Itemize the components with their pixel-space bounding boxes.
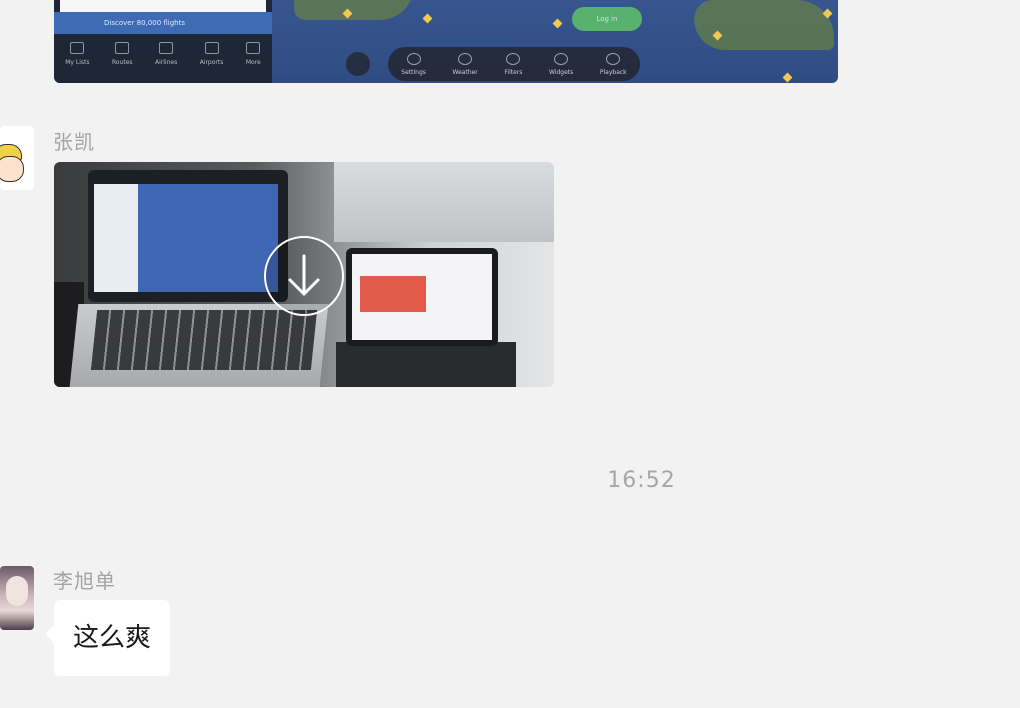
video-frame-case: [336, 342, 516, 387]
more-icon: [246, 42, 261, 54]
sender-name: 张凯: [53, 130, 95, 154]
plane-icon: [552, 18, 563, 29]
video-frame-tablet: [346, 248, 498, 346]
map-landmass: [694, 0, 834, 50]
panel-card: [60, 0, 266, 12]
laptop-sidebar: [94, 184, 138, 292]
login-pill: Log in: [572, 7, 642, 31]
playback-icon: [606, 52, 621, 65]
airport-icon: [204, 42, 219, 54]
download-arrow-icon: [288, 254, 320, 296]
cartoon-face: [0, 156, 24, 182]
toolbar-item: Widgets: [549, 52, 573, 76]
toolbar-item: Playback: [600, 52, 627, 76]
plane-icon: [422, 13, 433, 24]
sender-name: 李旭单: [53, 569, 116, 593]
map-side-panel: Discover 80,000 flights My Lists Routes …: [54, 0, 272, 83]
video-frame-keys: [90, 310, 318, 370]
toolbar-item: Settings: [401, 52, 426, 76]
video-frame-shelf: [334, 162, 554, 242]
locate-icon: [346, 52, 370, 76]
timestamp: 16:52: [0, 468, 1020, 493]
avatar[interactable]: [0, 126, 34, 190]
panel-bar: Discover 80,000 flights: [54, 12, 272, 34]
toolbar-item: Weather: [453, 52, 478, 76]
avatar[interactable]: [0, 566, 34, 630]
filter-icon: [506, 52, 521, 65]
airline-icon: [159, 42, 174, 54]
widgets-icon: [554, 52, 569, 65]
panel-tool: More: [246, 42, 261, 76]
chat-history: Log in Discover 80,000 flights My Lists …: [0, 0, 1020, 708]
panel-tool: My Lists: [65, 42, 89, 76]
video-message[interactable]: [54, 162, 554, 387]
video-frame-laptop: [88, 170, 288, 302]
portrait-avatar-icon: [6, 576, 28, 606]
map-screenshot-image[interactable]: Log in Discover 80,000 flights My Lists …: [54, 0, 838, 83]
panel-tool: Airlines: [155, 42, 177, 76]
download-button[interactable]: [264, 236, 344, 316]
tablet-thumbnail: [360, 276, 426, 312]
route-icon: [115, 42, 130, 54]
plane-icon: [782, 72, 793, 83]
map-landmass: [294, 0, 414, 20]
map-toolbar: Settings Weather Filters Widgets Playbac…: [388, 47, 640, 81]
settings-icon: [406, 52, 421, 65]
panel-tool: Routes: [112, 42, 133, 76]
panel-tools: My Lists Routes Airlines Airports More: [54, 42, 272, 76]
message-bubble[interactable]: 这么爽: [54, 600, 171, 676]
timestamp-text: 16:52: [607, 468, 676, 493]
list-icon: [70, 42, 85, 54]
toolbar-item: Filters: [504, 52, 522, 76]
panel-tool: Airports: [200, 42, 223, 76]
laptop-map: [138, 184, 278, 292]
weather-icon: [458, 52, 473, 65]
